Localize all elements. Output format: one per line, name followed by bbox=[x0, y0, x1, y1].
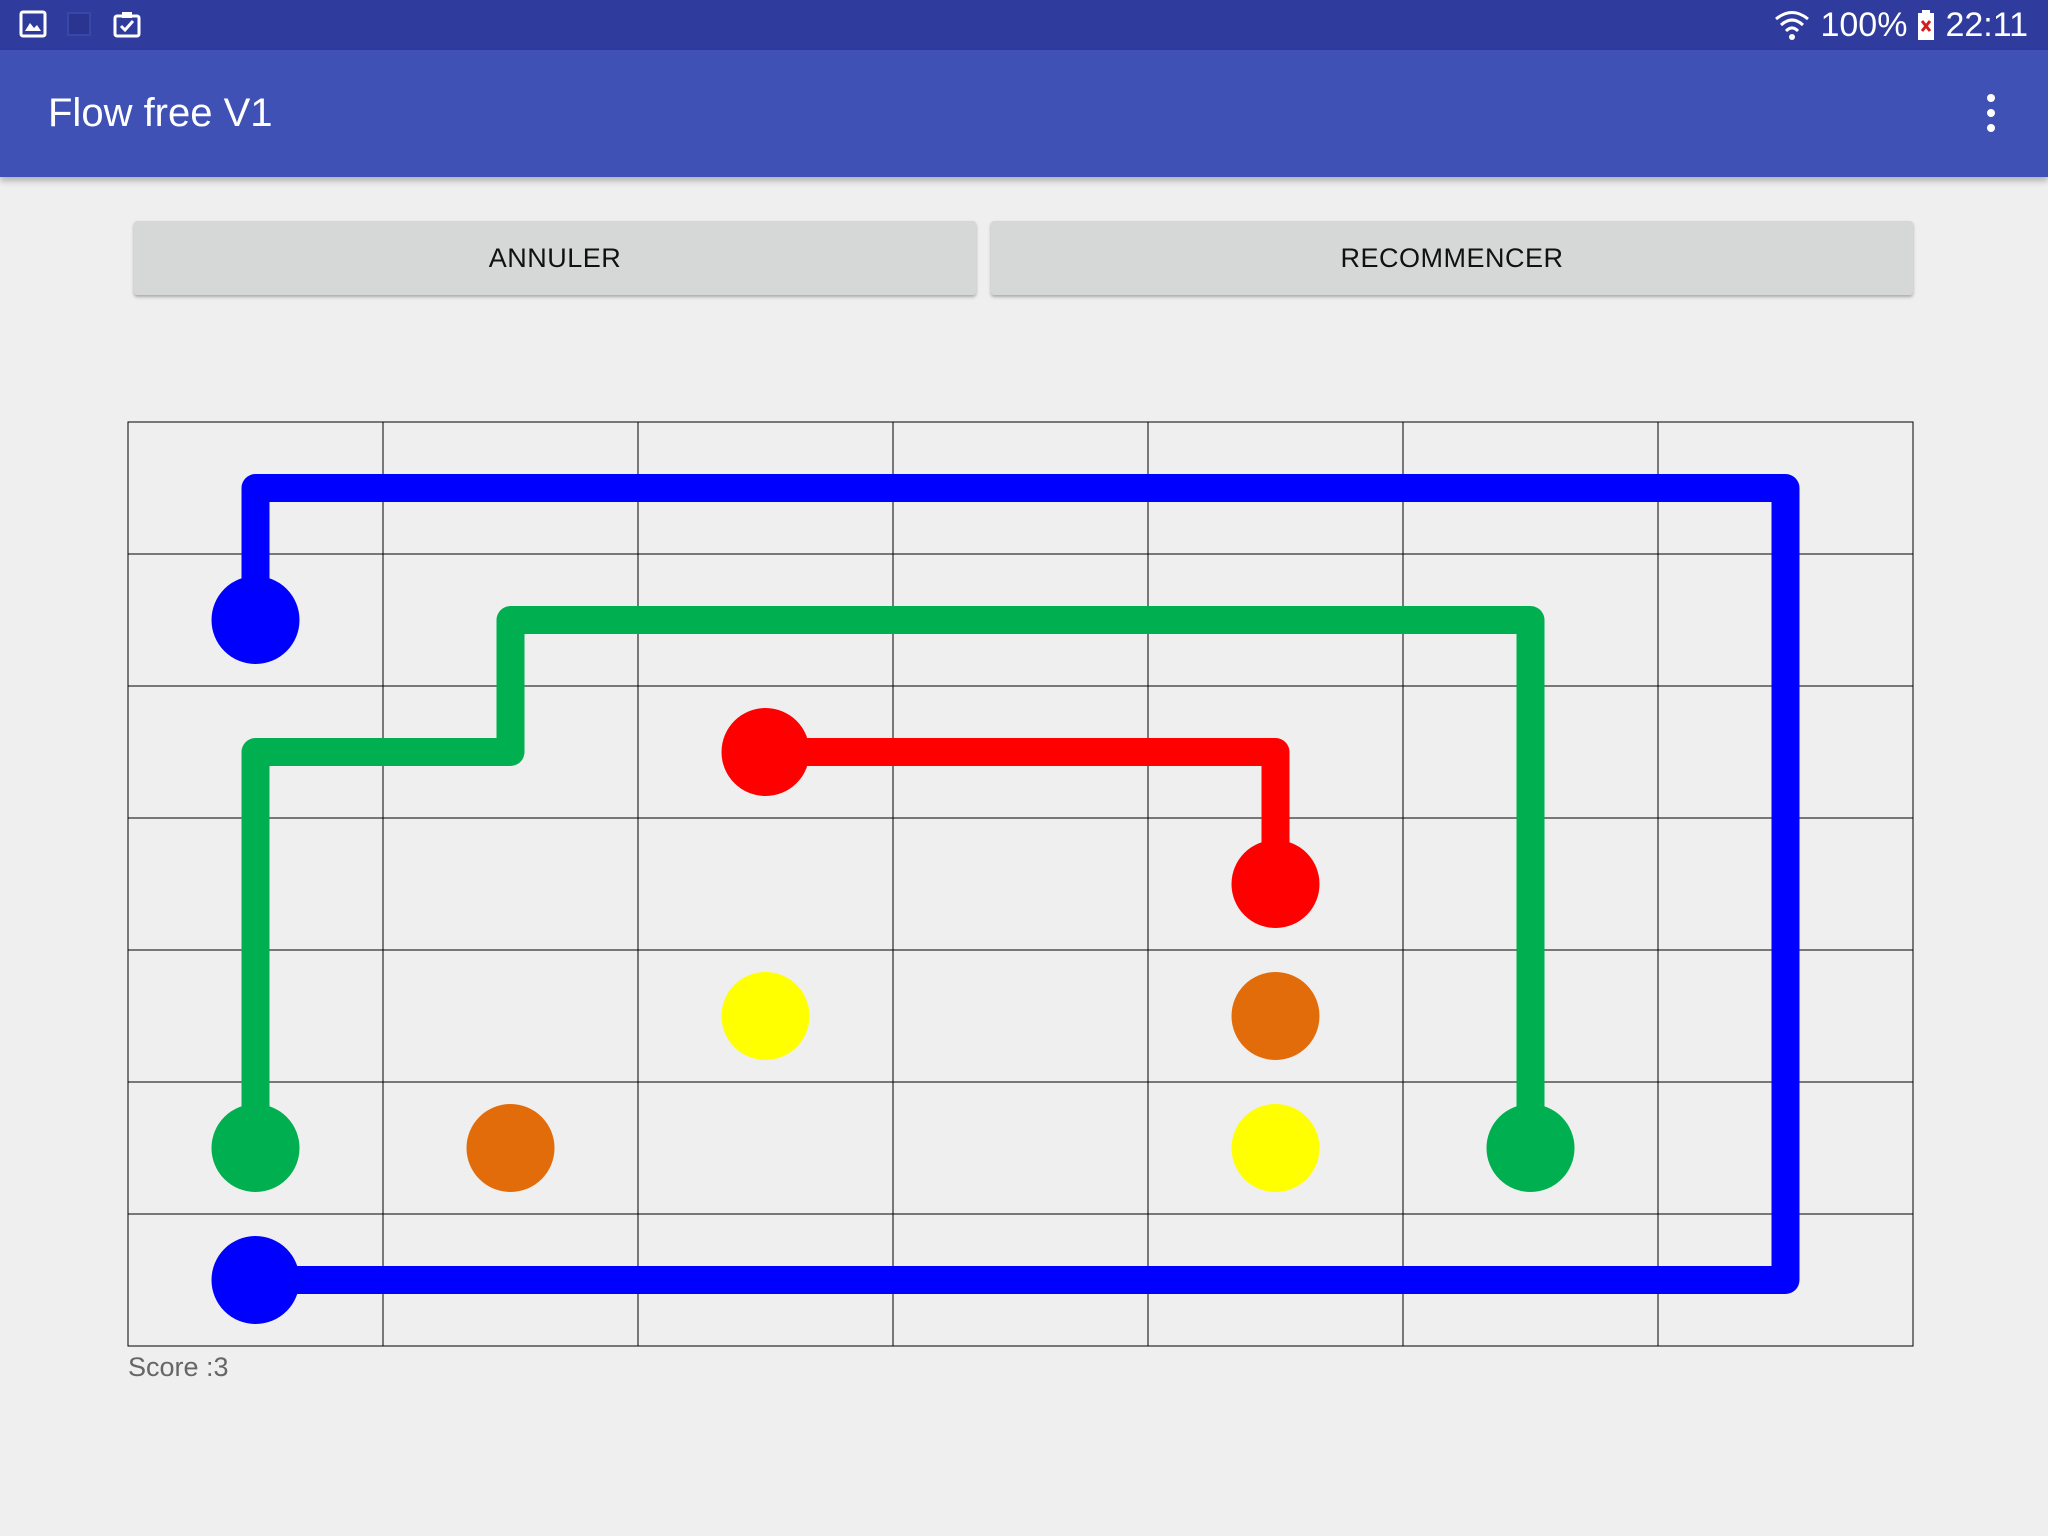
game-board[interactable] bbox=[0, 0, 2048, 1536]
blue-dot bbox=[211, 1236, 300, 1324]
red-dot bbox=[1231, 840, 1320, 928]
red-dot bbox=[721, 708, 810, 796]
grid-cell bbox=[637, 1081, 894, 1215]
yellow-dot bbox=[721, 972, 810, 1060]
grid-cell bbox=[892, 817, 1149, 951]
orange-dot bbox=[466, 1104, 555, 1192]
board-grid bbox=[127, 421, 1914, 1347]
blue-dot bbox=[211, 576, 300, 664]
green-dot bbox=[211, 1104, 300, 1192]
grid-cell bbox=[382, 949, 639, 1083]
orange-dot bbox=[1231, 972, 1320, 1060]
grid-cell bbox=[382, 817, 639, 951]
grid-cell bbox=[637, 817, 894, 951]
yellow-dot bbox=[1231, 1104, 1320, 1192]
grid-cell bbox=[892, 949, 1149, 1083]
green-dot bbox=[1486, 1104, 1575, 1192]
score-label: Score :3 bbox=[128, 1352, 229, 1382]
grid-cell bbox=[892, 1081, 1149, 1215]
